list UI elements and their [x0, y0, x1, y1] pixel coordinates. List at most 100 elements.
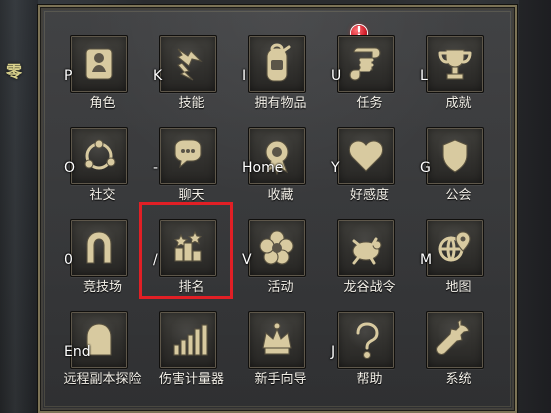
lightning-icon: [176, 48, 203, 81]
wrench-icon: [435, 319, 470, 356]
menu-label-achievements: 成就: [445, 96, 472, 111]
hotkey-chat: -: [153, 160, 159, 176]
right-background-strip: [519, 0, 551, 413]
menu-icon-tile-skills: [159, 35, 217, 93]
menu-label-collection: 收藏: [267, 188, 294, 203]
menu-item-collection[interactable]: Home 收藏: [236, 125, 325, 217]
menu-icon-tile-arena: [70, 219, 128, 277]
menu-label-character: 角色: [89, 96, 116, 111]
hotkey-events: V: [242, 252, 252, 268]
menu-label-remote-dungeon: 远程副本探险: [63, 372, 142, 387]
hotkey-collection: Home: [242, 160, 284, 176]
menu-item-chat[interactable]: - 聊天: [147, 125, 236, 217]
menu-icon-tile-damage-meter: [159, 311, 217, 369]
hotkey-achievements: L: [420, 68, 428, 84]
menu-item-quests[interactable]: ! U 任务: [325, 25, 414, 125]
menu-item-damage-meter[interactable]: 伤害计量器: [147, 309, 236, 401]
menu-label-events: 活动: [267, 280, 294, 295]
backpack-icon: [266, 43, 291, 82]
arch-icon: [86, 231, 112, 264]
menu-item-skills[interactable]: K 技能: [147, 33, 236, 125]
hotkey-ranking: /: [153, 252, 158, 268]
menu-label-damage-meter: 伤害计量器: [158, 372, 224, 387]
menu-icon-tile-chat: [159, 127, 217, 185]
menu-icon-tile-affinity: [337, 127, 395, 185]
main-menu-grid: P 角色 K 技能 I 拥有物品 ! U 任务 L 成就 O 社交 - 聊天 H…: [58, 25, 503, 401]
menu-icon-tile-system: [426, 311, 484, 369]
game-screen: 零 P 角色 K 技能 I 拥有物品 ! U 任务 L 成就 O 社交 - 聊天…: [0, 0, 551, 413]
menu-item-achievements[interactable]: L 成就: [414, 33, 503, 125]
turtle-icon: [352, 237, 382, 265]
menu-item-remote-dungeon[interactable]: End 远程副本探险: [58, 309, 147, 401]
menu-label-system: 系统: [445, 372, 472, 387]
globe-pin-icon: [438, 231, 471, 262]
portrait-icon: [85, 48, 113, 80]
menu-item-help[interactable]: J 帮助: [325, 309, 414, 401]
menu-label-guide: 新手向导: [254, 372, 307, 387]
chat-icon: [174, 139, 202, 169]
hotkey-help: J: [331, 344, 336, 360]
hotkey-character: P: [64, 68, 73, 84]
question-icon: [356, 322, 379, 360]
menu-icon-tile-social: [70, 127, 128, 185]
hotkey-skills: K: [153, 68, 163, 84]
menu-item-map[interactable]: M 地图: [414, 217, 503, 309]
menu-item-guild[interactable]: G 公会: [414, 125, 503, 217]
left-background-text: 零: [6, 62, 22, 81]
menu-item-arena[interactable]: 0 竞技场: [58, 217, 147, 309]
menu-icon-tile-guide: [248, 311, 306, 369]
hotkey-guild: G: [420, 160, 431, 176]
bars-icon: [173, 324, 208, 356]
hotkey-map: M: [420, 252, 433, 268]
hotkey-arena: 0: [64, 252, 73, 268]
scroll-icon: [349, 47, 381, 81]
menu-icon-tile-collection: [248, 127, 306, 185]
menu-icon-tile-remote-dungeon: [70, 311, 128, 369]
podium-icon: [173, 230, 203, 262]
menu-item-ranking[interactable]: / 排名: [147, 217, 236, 309]
menu-icon-tile-ranking: [159, 219, 217, 277]
menu-icon-tile-help: [337, 311, 395, 369]
menu-label-social: 社交: [89, 188, 116, 203]
trophy-icon: [438, 49, 472, 80]
menu-item-guide[interactable]: 新手向导: [236, 309, 325, 401]
menu-icon-tile-guild: [426, 127, 484, 185]
menu-label-chat: 聊天: [178, 188, 205, 203]
menu-label-inventory: 拥有物品: [254, 96, 307, 111]
menu-label-ranking: 排名: [178, 280, 205, 295]
crown-icon: [262, 322, 292, 355]
menu-icon-tile-inventory: [248, 35, 306, 93]
menu-label-guild: 公会: [445, 188, 472, 203]
menu-label-help: 帮助: [356, 372, 383, 387]
menu-icon-tile-battle-pass: [337, 219, 395, 277]
left-background-strip: 零: [0, 0, 38, 413]
hotkey-quests: U: [331, 68, 342, 84]
menu-label-arena: 竞技场: [82, 280, 122, 295]
hotkey-affinity: Y: [331, 160, 340, 176]
menu-icon-tile-achievements: [426, 35, 484, 93]
menu-label-battle-pass: 龙谷战令: [343, 280, 396, 295]
main-menu-panel: P 角色 K 技能 I 拥有物品 ! U 任务 L 成就 O 社交 - 聊天 H…: [38, 5, 517, 413]
menu-item-social[interactable]: O 社交: [58, 125, 147, 217]
menu-icon-tile-quests: [337, 35, 395, 93]
menu-icon-tile-character: [70, 35, 128, 93]
guild-shield-icon: [442, 139, 468, 173]
menu-label-affinity: 好感度: [349, 188, 389, 203]
menu-item-inventory[interactable]: I 拥有物品: [236, 33, 325, 125]
menu-item-events[interactable]: V 活动: [236, 217, 325, 309]
menu-item-system[interactable]: 系统: [414, 309, 503, 401]
hotkey-inventory: I: [242, 68, 247, 84]
menu-label-skills: 技能: [178, 96, 205, 111]
menu-label-quests: 任务: [356, 96, 383, 111]
hotkey-social: O: [64, 160, 76, 176]
social-icon: [84, 139, 116, 170]
menu-item-character[interactable]: P 角色: [58, 33, 147, 125]
hotkey-remote-dungeon: End: [64, 344, 91, 360]
menu-icon-tile-map: [426, 219, 484, 277]
flower-icon: [259, 230, 294, 265]
menu-item-battle-pass[interactable]: 龙谷战令: [325, 217, 414, 309]
heart-icon: [348, 140, 384, 172]
menu-label-map: 地图: [445, 280, 472, 295]
menu-icon-tile-events: [248, 219, 306, 277]
menu-item-affinity[interactable]: Y 好感度: [325, 125, 414, 217]
